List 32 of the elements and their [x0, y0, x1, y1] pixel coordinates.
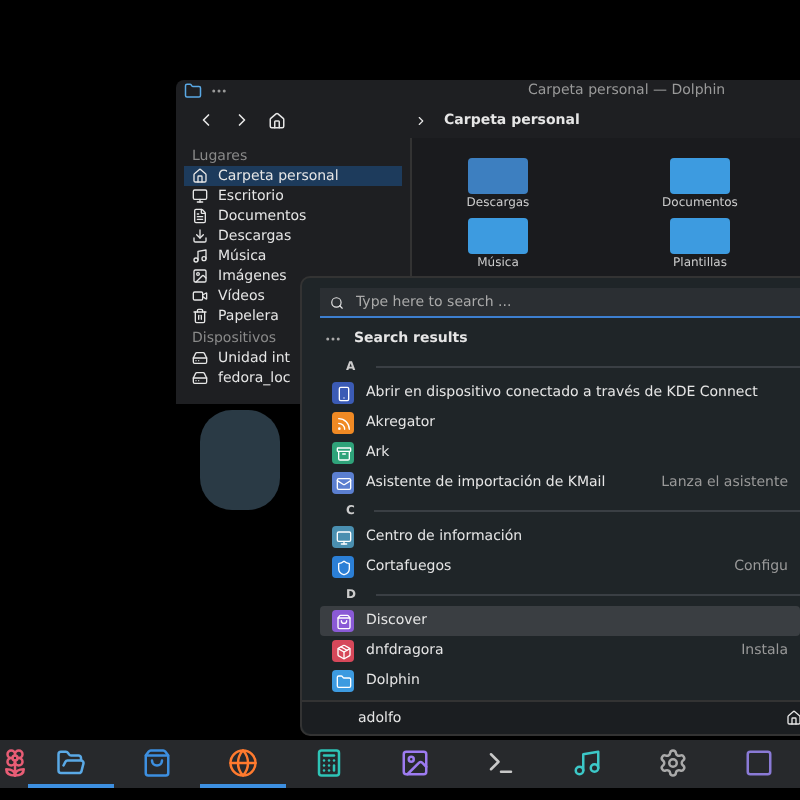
- package-icon: [335, 643, 351, 659]
- drive-icon: [192, 370, 208, 386]
- calculator-icon: [314, 747, 344, 777]
- trash-icon: [192, 308, 208, 324]
- home-icon[interactable]: [268, 111, 286, 129]
- image-icon: [400, 747, 430, 777]
- download-icon: [192, 228, 208, 244]
- phone-icon: [335, 385, 351, 401]
- home-icon[interactable]: [786, 710, 800, 726]
- music-note-icon: [572, 747, 602, 777]
- shopping-bag-icon: [142, 747, 172, 777]
- search-icon: [330, 296, 344, 310]
- wallpaper-photo: [200, 410, 280, 510]
- flower-icon: [0, 747, 29, 777]
- monitor-icon: [335, 529, 351, 545]
- square-icon: [744, 747, 774, 777]
- shield-icon: [335, 559, 351, 575]
- terminal-icon: [486, 747, 516, 777]
- monitor-icon: [192, 188, 208, 204]
- mail-icon: [335, 475, 351, 491]
- chevron-icon: [414, 113, 428, 127]
- archive-icon: [335, 445, 351, 461]
- home-icon: [192, 168, 208, 184]
- rss-icon: [335, 415, 351, 431]
- drive-icon: [192, 350, 208, 366]
- video-icon: [192, 288, 208, 304]
- shopping-bag-icon: [335, 613, 351, 629]
- gear-icon: [658, 747, 688, 777]
- document-icon: [192, 208, 208, 224]
- globe-icon: [228, 747, 258, 777]
- image-icon: [192, 268, 208, 284]
- music-note-icon: [192, 248, 208, 264]
